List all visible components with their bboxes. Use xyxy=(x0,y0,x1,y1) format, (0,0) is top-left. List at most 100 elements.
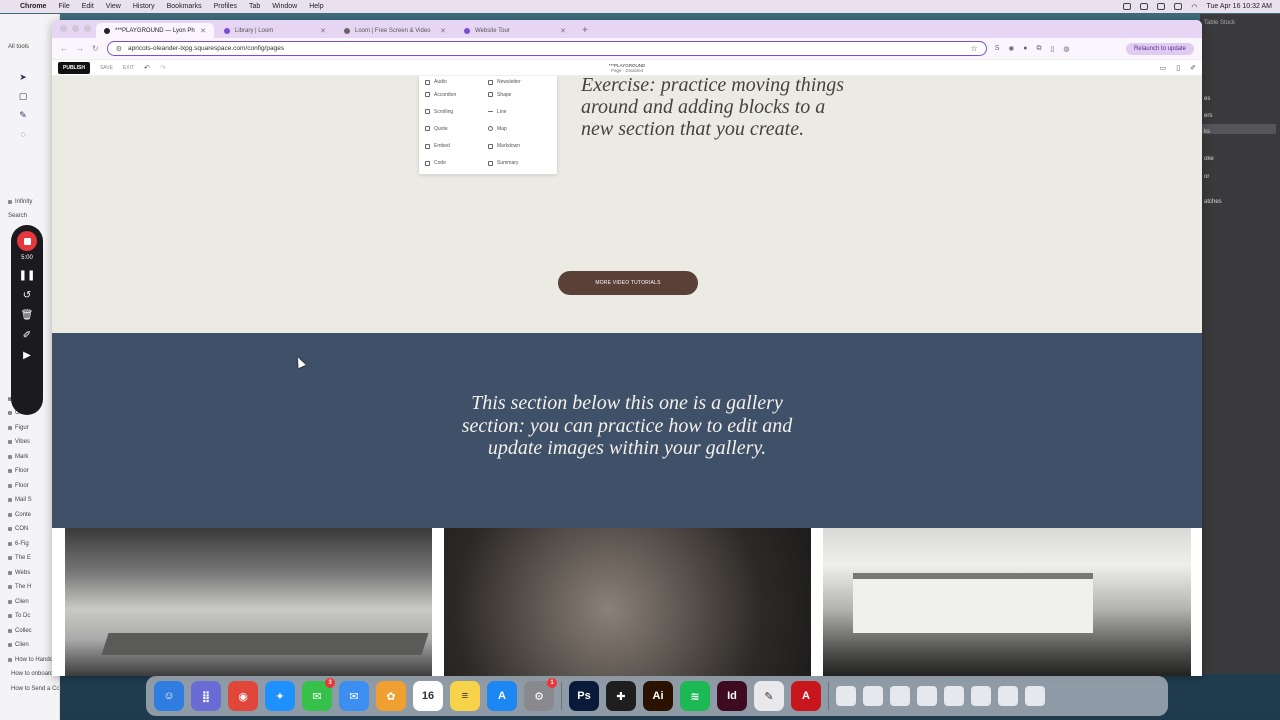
block-option-code[interactable]: Code xyxy=(425,155,488,172)
relaunch-button[interactable]: Relaunch to update xyxy=(1125,42,1194,55)
left-list-item[interactable]: Conte xyxy=(0,508,59,523)
pointer-icon[interactable]: ➤ xyxy=(19,72,27,83)
extensions-puzzle-icon[interactable]: ⧉ xyxy=(1036,45,1041,53)
gallery-image[interactable] xyxy=(444,528,811,676)
block-option-newsletter[interactable]: Newsletter xyxy=(488,78,551,86)
left-list-item[interactable]: Figur xyxy=(0,421,59,436)
gallery-section[interactable] xyxy=(52,528,1202,676)
left-list-item[interactable]: To Dc xyxy=(0,609,59,624)
left-list-item[interactable]: The E xyxy=(0,551,59,566)
status-icon[interactable] xyxy=(1140,3,1149,10)
tab-library-loom[interactable]: Library | Loom ✕ xyxy=(216,23,334,38)
left-list-item[interactable]: Floor xyxy=(0,479,59,494)
photos-icon[interactable]: ✿ xyxy=(376,681,406,711)
right-item[interactable]: es xyxy=(1204,96,1210,102)
url-field[interactable]: ⚙ apricots-oleander-lxpg.squarespace.com… xyxy=(106,41,987,56)
left-list-item[interactable]: Collec xyxy=(0,624,59,639)
minimized-window-icon[interactable] xyxy=(944,686,964,706)
minimized-window-icon[interactable] xyxy=(971,686,991,706)
safari-icon[interactable]: ✦ xyxy=(265,681,295,711)
close-tab-icon[interactable]: ✕ xyxy=(200,27,206,35)
pause-icon[interactable]: ❚❚ xyxy=(19,271,36,281)
block-option-map[interactable]: Map xyxy=(488,121,551,138)
menu-edit[interactable]: Edit xyxy=(82,3,94,10)
block-option-quote[interactable]: Quote xyxy=(425,121,488,138)
minimized-window-icon[interactable] xyxy=(836,686,856,706)
left-list-item[interactable]: Webs xyxy=(0,566,59,581)
menu-history[interactable]: History xyxy=(133,3,155,10)
left-list-item[interactable]: Mark xyxy=(0,450,59,465)
close-window-button[interactable] xyxy=(60,25,67,32)
menu-help[interactable]: Help xyxy=(309,3,323,10)
pen-icon[interactable]: ✎ xyxy=(19,110,27,121)
extension-icon[interactable]: S xyxy=(995,45,1000,52)
clock[interactable]: Tue Apr 16 10:32 AM xyxy=(1206,3,1272,10)
infinity-label[interactable]: Infinity xyxy=(0,195,59,210)
indesign-icon[interactable]: Id xyxy=(717,681,747,711)
gallery-image[interactable] xyxy=(823,528,1191,676)
minimized-window-icon[interactable] xyxy=(890,686,910,706)
minimized-window-icon[interactable] xyxy=(917,686,937,706)
left-list-item[interactable]: 6-Fig xyxy=(0,537,59,552)
stop-recording-button[interactable] xyxy=(17,231,37,251)
block-option-audio[interactable]: Audio xyxy=(425,78,488,86)
tab-playground[interactable]: ***PLAYGROUND — Lyon Ph ✕ xyxy=(96,23,214,38)
app-store-icon[interactable]: A xyxy=(487,681,517,711)
menubar-app-name[interactable]: Chrome xyxy=(20,3,46,10)
minimized-window-icon[interactable] xyxy=(1025,686,1045,706)
calendar-icon[interactable]: 16 xyxy=(413,681,443,711)
wifi-icon[interactable]: ◠ xyxy=(1191,3,1197,11)
camera-icon[interactable]: ▶ xyxy=(23,351,31,361)
menu-bookmarks[interactable]: Bookmarks xyxy=(167,3,202,10)
block-option-markdown[interactable]: Markdown xyxy=(488,138,551,155)
menu-view[interactable]: View xyxy=(106,3,121,10)
right-item[interactable]: atches xyxy=(1204,199,1222,205)
sidepanel-icon[interactable]: ▯ xyxy=(1050,45,1054,53)
mail-icon[interactable]: ✉ xyxy=(339,681,369,711)
forward-icon[interactable]: → xyxy=(76,44,84,53)
left-list-item[interactable]: Clien xyxy=(0,595,59,610)
photoshop-icon[interactable]: Ps xyxy=(569,681,599,711)
reload-icon[interactable]: ↻ xyxy=(92,44,99,53)
block-option-embed[interactable]: Embed xyxy=(425,138,488,155)
figma-icon[interactable]: ✚ xyxy=(606,681,636,711)
menu-file[interactable]: File xyxy=(58,3,69,10)
all-tools-label[interactable]: All tools xyxy=(0,40,59,55)
bookmark-star-icon[interactable]: ☆ xyxy=(971,44,978,53)
left-list-item[interactable]: How to onboard basecamp ... xyxy=(0,667,59,682)
exercise-text[interactable]: Exercise: practice moving things around … xyxy=(581,76,861,140)
tab-website-tour[interactable]: Website Tour ✕ xyxy=(456,23,574,38)
comment-icon[interactable]: ▢ xyxy=(19,91,28,102)
close-tab-icon[interactable]: ✕ xyxy=(320,27,326,35)
close-tab-icon[interactable]: ✕ xyxy=(440,27,446,35)
close-tab-icon[interactable]: ✕ xyxy=(560,27,566,35)
extension-icon[interactable]: ✺ xyxy=(1008,45,1014,53)
block-option-line[interactable]: Line xyxy=(488,104,551,121)
illustrator-icon[interactable]: Ai xyxy=(643,681,673,711)
lasso-icon[interactable]: ◌ xyxy=(20,129,25,139)
status-icon[interactable] xyxy=(1157,3,1166,10)
zoom-window-button[interactable] xyxy=(84,25,91,32)
battery-icon[interactable] xyxy=(1174,3,1183,10)
messages-icon[interactable]: ✉ 3 xyxy=(302,678,335,711)
gallery-intro-text[interactable]: This section below this one is a gallery… xyxy=(457,392,797,460)
acrobat-icon[interactable]: A xyxy=(791,681,821,711)
status-icon[interactable] xyxy=(1123,3,1132,10)
launchpad-icon[interactable]: ⣿ xyxy=(191,681,221,711)
menu-window[interactable]: Window xyxy=(272,3,297,10)
site-settings-icon[interactable]: ⚙ xyxy=(116,45,122,53)
left-list-item[interactable]: Vibes xyxy=(0,435,59,450)
block-option-scrolling[interactable]: Scrolling xyxy=(425,104,488,121)
profile-avatar[interactable]: ◍ xyxy=(1063,45,1069,53)
minimized-window-icon[interactable] xyxy=(998,686,1018,706)
block-option-accordion[interactable]: Accordion xyxy=(425,87,488,104)
trash-icon[interactable]: 🗑 xyxy=(21,311,34,321)
right-item[interactable]: or xyxy=(1204,174,1209,180)
left-list-item[interactable]: How to Handoff xyxy=(0,653,59,668)
left-list-item[interactable]: Clien xyxy=(0,638,59,653)
left-list-item[interactable]: CON xyxy=(0,522,59,537)
section-gallery-intro[interactable]: This section below this one is a gallery… xyxy=(52,333,1202,528)
back-icon[interactable]: ← xyxy=(60,44,68,53)
tab-loom-free[interactable]: Loom | Free Screen & Video ✕ xyxy=(336,23,454,38)
chrome-icon[interactable]: ◉ xyxy=(228,681,258,711)
